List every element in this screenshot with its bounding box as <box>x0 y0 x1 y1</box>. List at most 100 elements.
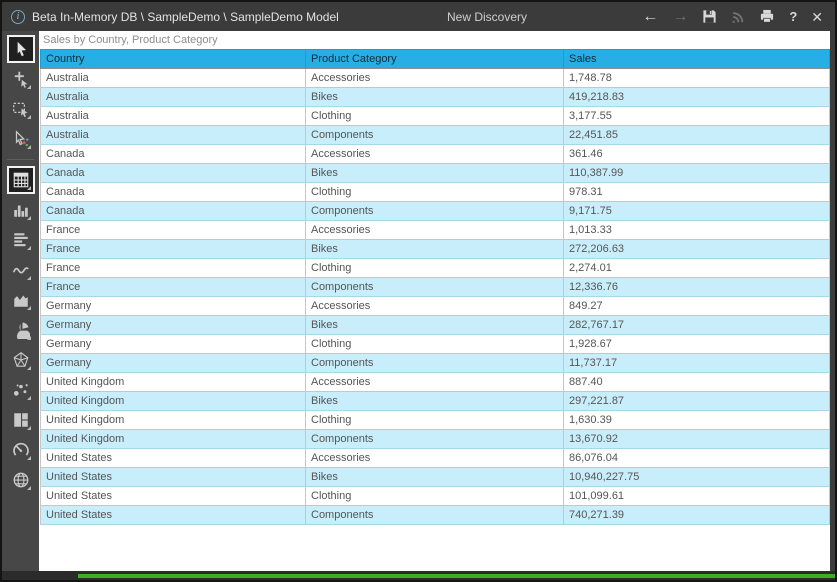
table-cell[interactable]: 2,274.01 <box>564 259 830 278</box>
table-cell[interactable]: 361.46 <box>564 145 830 164</box>
treemap-button[interactable] <box>9 408 33 432</box>
scatter-chart-button[interactable] <box>9 378 33 402</box>
table-cell[interactable]: Canada <box>41 202 306 221</box>
table-cell[interactable]: Clothing <box>306 259 564 278</box>
column-header-country[interactable]: Country <box>41 50 306 69</box>
table-cell[interactable]: Clothing <box>306 107 564 126</box>
table-cell[interactable]: 1,630.39 <box>564 411 830 430</box>
column-header-sales[interactable]: Sales <box>564 50 830 69</box>
table-cell[interactable]: United Kingdom <box>41 373 306 392</box>
table-cell[interactable]: 110,387.99 <box>564 164 830 183</box>
print-icon[interactable] <box>759 9 775 24</box>
table-cell[interactable]: 22,451.85 <box>564 126 830 145</box>
back-button[interactable]: ← <box>642 9 658 25</box>
table-cell[interactable]: United States <box>41 506 306 525</box>
table-cell[interactable]: Canada <box>41 145 306 164</box>
table-cell[interactable]: Germany <box>41 297 306 316</box>
gauge-button[interactable] <box>9 438 33 462</box>
help-button[interactable]: ? <box>789 10 797 23</box>
plus-pointer-tool-button[interactable] <box>9 67 33 91</box>
table-cell[interactable]: Accessories <box>306 297 564 316</box>
table-cell[interactable]: Australia <box>41 69 306 88</box>
table-cell[interactable]: 419,218.83 <box>564 88 830 107</box>
table-cell[interactable]: Accessories <box>306 449 564 468</box>
table-cell[interactable]: 1,928.67 <box>564 335 830 354</box>
table-cell[interactable]: Australia <box>41 107 306 126</box>
table-cell[interactable]: Clothing <box>306 487 564 506</box>
table-cell[interactable]: Germany <box>41 354 306 373</box>
table-cell[interactable]: 1,748.78 <box>564 69 830 88</box>
table-cell[interactable]: Australia <box>41 126 306 145</box>
table-cell[interactable]: 9,171.75 <box>564 202 830 221</box>
pointer-tool-button[interactable] <box>9 37 33 61</box>
table-cell[interactable]: 11,737.17 <box>564 354 830 373</box>
gauge-icon <box>12 441 30 459</box>
close-icon[interactable]: ✕ <box>811 10 823 24</box>
bar-chart-button[interactable] <box>9 228 33 252</box>
table-cell[interactable]: Australia <box>41 88 306 107</box>
table-cell[interactable]: 297,221.87 <box>564 392 830 411</box>
radar-chart-button[interactable] <box>9 348 33 372</box>
table-cell[interactable]: Components <box>306 506 564 525</box>
info-icon[interactable]: i <box>11 10 25 24</box>
table-cell[interactable]: Bikes <box>306 392 564 411</box>
table-cell[interactable]: France <box>41 221 306 240</box>
table-cell[interactable]: Clothing <box>306 411 564 430</box>
area-chart-button[interactable] <box>9 288 33 312</box>
table-cell[interactable]: 101,099.61 <box>564 487 830 506</box>
table-cell[interactable]: 978.31 <box>564 183 830 202</box>
pie-chart-button[interactable] <box>9 318 33 342</box>
grid-view-button[interactable] <box>9 168 33 192</box>
table-cell[interactable]: France <box>41 259 306 278</box>
table-cell[interactable]: Canada <box>41 164 306 183</box>
table-cell[interactable]: Germany <box>41 335 306 354</box>
table-cell[interactable]: 3,177.55 <box>564 107 830 126</box>
table-cell[interactable]: Accessories <box>306 221 564 240</box>
table-cell[interactable]: Accessories <box>306 145 564 164</box>
table-cell[interactable]: 282,767.17 <box>564 316 830 335</box>
table-cell[interactable]: Components <box>306 354 564 373</box>
table-cell[interactable]: 10,940,227.75 <box>564 468 830 487</box>
table-cell[interactable]: 1,013.33 <box>564 221 830 240</box>
marquee-select-tool-button[interactable] <box>9 97 33 121</box>
map-globe-button[interactable] <box>9 468 33 492</box>
table-cell[interactable]: Bikes <box>306 240 564 259</box>
table-cell[interactable]: Bikes <box>306 316 564 335</box>
column-chart-button[interactable] <box>9 198 33 222</box>
pointer-highlight-tool-button[interactable] <box>9 127 33 151</box>
table-cell[interactable]: Accessories <box>306 69 564 88</box>
table-cell[interactable]: Components <box>306 126 564 145</box>
table-cell[interactable]: Bikes <box>306 468 564 487</box>
table-cell[interactable]: Clothing <box>306 335 564 354</box>
table-cell[interactable]: 887.40 <box>564 373 830 392</box>
table-cell[interactable]: France <box>41 278 306 297</box>
table-cell[interactable]: Components <box>306 430 564 449</box>
table-cell[interactable]: United Kingdom <box>41 411 306 430</box>
table-cell[interactable]: United States <box>41 487 306 506</box>
table-cell[interactable]: Clothing <box>306 183 564 202</box>
table-cell[interactable]: Germany <box>41 316 306 335</box>
table-cell[interactable]: Canada <box>41 183 306 202</box>
table-cell[interactable]: Components <box>306 202 564 221</box>
table-cell[interactable]: 740,271.39 <box>564 506 830 525</box>
table-row: FranceAccessories1,013.33 <box>41 221 830 240</box>
forward-button[interactable]: → <box>672 9 688 25</box>
table-cell[interactable]: 849.27 <box>564 297 830 316</box>
table-cell[interactable]: 272,206.63 <box>564 240 830 259</box>
table-cell[interactable]: United States <box>41 449 306 468</box>
save-icon[interactable] <box>702 9 717 24</box>
table-cell[interactable]: 86,076.04 <box>564 449 830 468</box>
table-cell[interactable]: France <box>41 240 306 259</box>
feed-icon[interactable] <box>731 10 745 24</box>
table-cell[interactable]: Components <box>306 278 564 297</box>
table-cell[interactable]: Bikes <box>306 88 564 107</box>
line-chart-button[interactable] <box>9 258 33 282</box>
column-header-product-category[interactable]: Product Category <box>306 50 564 69</box>
table-cell[interactable]: United States <box>41 468 306 487</box>
table-cell[interactable]: United Kingdom <box>41 430 306 449</box>
table-cell[interactable]: Accessories <box>306 373 564 392</box>
table-cell[interactable]: Bikes <box>306 164 564 183</box>
table-cell[interactable]: United Kingdom <box>41 392 306 411</box>
table-cell[interactable]: 13,670.92 <box>564 430 830 449</box>
table-cell[interactable]: 12,336.76 <box>564 278 830 297</box>
